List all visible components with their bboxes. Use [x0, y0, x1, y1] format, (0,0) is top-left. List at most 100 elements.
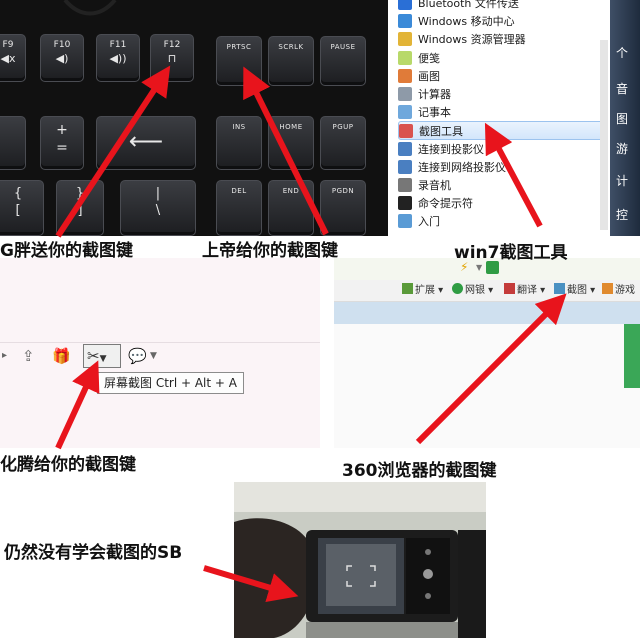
caption-keyboard-left: G胖送你的截图键 — [0, 241, 133, 261]
browser-tab-strip — [334, 302, 640, 324]
menu-item[interactable]: Windows 资源管理器 — [398, 30, 608, 49]
menu-item[interactable]: Bluetooth 文件传送 — [398, 0, 608, 13]
equals-key-label: = — [56, 140, 68, 156]
menu-item[interactable]: 计算器 — [398, 85, 608, 104]
sticky-notes-icon — [398, 50, 412, 65]
pgup-key: PGUP — [320, 116, 366, 170]
backslash-key: | \ — [120, 180, 196, 236]
screenshot-button[interactable]: 截图 ▾ — [554, 283, 595, 299]
right-pane-item[interactable]: 控 — [616, 206, 638, 223]
home-key-label: HOME — [279, 123, 303, 131]
menu-item[interactable]: 命令提示符 — [398, 194, 608, 213]
scissors-icon: ✂ — [87, 347, 100, 365]
upload-icon[interactable]: ⇪ — [22, 345, 35, 367]
menu-item[interactable]: 连接到网络投影仪 — [398, 158, 608, 177]
home-key: HOME — [268, 116, 314, 170]
menu-item[interactable]: 记事本 — [398, 103, 608, 122]
online-banking-button[interactable]: 网银 ▾ — [452, 283, 493, 299]
menu-item[interactable]: 便笺 — [398, 49, 608, 68]
explorer-icon — [398, 32, 412, 47]
menu-item[interactable]: Windows 移动中心 — [398, 12, 608, 31]
menu-item-label: 命令提示符 — [418, 197, 473, 211]
f12-key-label: F12 — [163, 40, 181, 50]
mobility-center-icon — [398, 14, 412, 29]
del-key: DEL — [216, 180, 262, 236]
screenshot-label: 截图 — [567, 285, 587, 296]
notepad-icon — [398, 105, 412, 120]
menu-scrollbar[interactable] — [600, 40, 608, 230]
keyboard-cable — [63, 0, 117, 16]
chevron-down-icon[interactable]: ▼ — [100, 354, 107, 364]
caption-360: 360浏览器的截图键 — [342, 461, 497, 481]
plus-key-label: + — [56, 122, 68, 138]
caption-qq: 化腾给你的截图键 — [0, 455, 136, 475]
menu-item-label: 便笺 — [418, 51, 440, 65]
gift-icon[interactable]: 🎁 — [52, 345, 71, 367]
pgup-key-label: PGUP — [332, 123, 354, 131]
menu-item-label: 记事本 — [418, 106, 451, 120]
chevron-down-icon[interactable]: ▼ — [150, 345, 157, 367]
menu-item[interactable]: 连接到投影仪 — [398, 140, 608, 159]
snipping-tool-icon — [399, 124, 413, 139]
backspace-key: ⟵ — [96, 116, 196, 170]
sound-recorder-icon — [398, 178, 412, 192]
right-pane-item[interactable]: 图 — [616, 110, 638, 127]
volume-down-icon: ◀) — [55, 52, 69, 65]
translate-button[interactable]: 翻译 ▾ — [504, 283, 545, 299]
del-key-label: DEL — [231, 187, 247, 195]
right-pane-item[interactable]: 个 — [616, 44, 638, 61]
caption-keyboard-right: 上帝给你的截图键 — [202, 241, 338, 261]
lbrace-key: { [ — [0, 180, 44, 236]
backslash-key-label: \ — [155, 203, 161, 218]
shake-window-icon[interactable]: 💬 — [128, 345, 147, 367]
translate-label: 翻译 — [517, 285, 537, 296]
toolbar-divider — [0, 342, 320, 343]
prtsc-key-label: PRTSC — [226, 43, 252, 51]
menu-item[interactable]: 录音机 — [398, 176, 608, 195]
lbracket-key-label: [ — [15, 203, 21, 218]
f11-key-label: F11 — [109, 40, 127, 50]
screenshot-tooltip: 屏幕截图 Ctrl + Alt + A — [97, 372, 244, 394]
menu-item-label: 截图工具 — [419, 125, 463, 139]
side-banner — [624, 324, 640, 388]
lock-icon: ⊓ — [167, 52, 177, 65]
pause-key: PAUSE — [320, 36, 366, 86]
right-pane-item[interactable]: 音 — [616, 80, 638, 97]
dropdown-arrow-icon[interactable]: ▸ — [2, 345, 7, 367]
backspace-arrow-icon: ⟵ — [128, 127, 164, 155]
gallery-icon — [425, 593, 431, 599]
rbrace-key: } ] — [56, 180, 104, 236]
online-banking-label: 网银 — [465, 285, 485, 296]
calculator-icon — [398, 87, 412, 101]
extensions-icon — [402, 283, 413, 294]
menu-item-label: 画图 — [418, 69, 440, 83]
end-key-label: END — [282, 187, 300, 195]
menu-item[interactable]: 入门 — [398, 212, 608, 231]
phone-photo-drawing — [234, 482, 486, 638]
translate-icon — [504, 283, 515, 294]
screenshot-icon — [554, 283, 565, 294]
menu-item[interactable]: 画图 — [398, 67, 608, 86]
network-projector-icon — [398, 159, 412, 174]
games-button[interactable]: 游戏 — [602, 283, 635, 299]
right-pane-item[interactable]: 计 — [616, 172, 638, 189]
scrlk-key: SCRLK — [268, 36, 314, 86]
pipe-key-label: | — [155, 186, 161, 201]
chevron-down-icon[interactable]: ▼ — [476, 263, 482, 272]
games-icon — [602, 283, 613, 294]
extensions-label: 扩展 — [415, 285, 435, 296]
menu-item-label: 计算器 — [418, 88, 451, 101]
extensions-button[interactable]: 扩展 ▾ — [402, 283, 443, 299]
f10-key-label: F10 — [53, 40, 71, 50]
screenshot-button[interactable]: ✂▼ — [83, 344, 121, 368]
projector-icon — [398, 141, 412, 156]
caption-phone: 仍然没有学会截图的SB — [4, 543, 183, 563]
lbrace-key-label: { — [13, 186, 23, 201]
win7-accessories-menu: Bluetooth 文件传送 Windows 移动中心 Windows 资源管理器便… — [388, 0, 640, 236]
right-pane-item[interactable]: 游 — [616, 140, 638, 157]
start-menu-right-pane: 个 音 图 游 计 控 — [610, 0, 640, 236]
menu-item[interactable]: 截图工具 — [398, 121, 608, 141]
end-key: END — [268, 180, 314, 236]
f11-key: F11 ◀)) — [96, 34, 140, 82]
online-banking-icon — [452, 283, 463, 294]
